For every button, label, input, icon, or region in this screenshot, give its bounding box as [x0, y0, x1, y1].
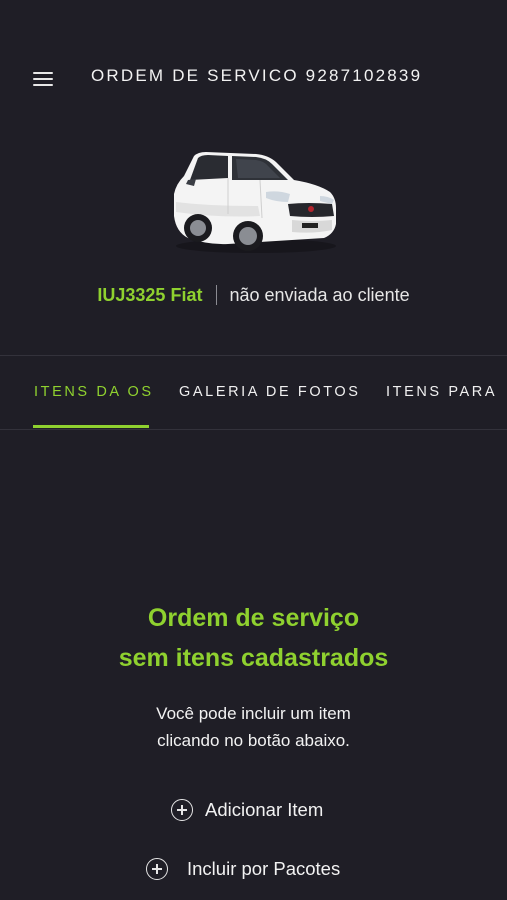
vehicle-image: [174, 152, 336, 253]
tab-bar: ITENS DA OS GALERIA DE FOTOS ITENS PARA: [0, 356, 507, 429]
include-packages-button[interactable]: Incluir por Pacotes: [146, 858, 340, 880]
add-item-label: Adicionar Item: [205, 799, 324, 820]
active-tab-indicator: [33, 425, 149, 428]
include-packages-label: Incluir por Pacotes: [187, 858, 341, 879]
divider: [0, 429, 507, 430]
app-header: ORDEM DE SERVICO 9287102839: [0, 0, 507, 150]
plus-circle-icon: [146, 858, 168, 880]
add-item-button[interactable]: Adicionar Item: [171, 799, 323, 821]
tab-itens-da-os[interactable]: ITENS DA OS: [34, 384, 154, 400]
hamburger-menu-icon[interactable]: [33, 70, 55, 88]
separator: [216, 285, 218, 305]
tab-itens-para[interactable]: ITENS PARA: [386, 384, 497, 400]
plate-brand: IUJ3325 Fiat: [97, 285, 203, 305]
plus-circle-icon: [171, 799, 193, 821]
empty-state-description: Você pode incluir um item clicando no bo…: [156, 704, 351, 750]
tab-galeria-de-fotos[interactable]: GALERIA DE FOTOS: [179, 384, 361, 400]
empty-state-title: Ordem de serviço sem itens cadastrados: [118, 604, 389, 672]
page-title: ORDEM DE SERVICO 9287102839: [91, 66, 423, 85]
vehicle-info: IUJ3325 Fiat não enviada ao cliente: [0, 285, 507, 306]
os-status: não enviada ao cliente: [229, 285, 410, 305]
